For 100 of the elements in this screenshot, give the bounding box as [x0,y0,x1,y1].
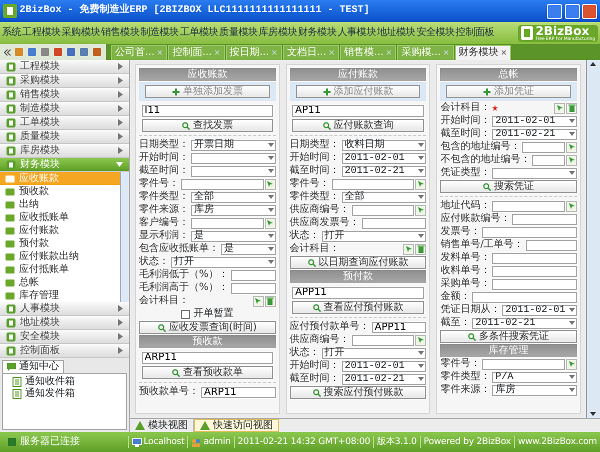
input-field[interactable] [352,204,414,216]
menu-item[interactable]: 财务模块 [298,27,336,39]
search-button[interactable]: 查看应付预付账款 [292,301,424,314]
menu-item[interactable]: 控制面板 [456,27,494,39]
pick-button[interactable] [566,142,578,152]
input-field[interactable] [482,226,578,238]
pick-button[interactable] [415,204,426,216]
pick-button[interactable] [415,334,426,346]
input-field[interactable]: ARP11 [201,386,276,398]
pick-button[interactable] [566,154,578,166]
select-field[interactable]: 打开 [171,256,276,268]
date-field[interactable]: 2011-02-01 [492,116,578,126]
input-field[interactable] [526,240,578,250]
module-item[interactable]: 采购模块 [0,74,129,88]
select-field[interactable]: P/A [492,372,578,382]
submodule-item[interactable]: 库存管理 [0,289,120,302]
tree-item[interactable]: 通知收件箱 [7,376,122,388]
tree-item[interactable]: 通知发件箱 [7,388,122,400]
submodule-item[interactable]: 应付抵账单 [0,263,120,276]
date-field[interactable]: 2011-02-21 [492,128,578,140]
date-field[interactable]: 2011-02-21 [342,166,426,176]
input-field[interactable] [230,270,276,280]
search-button[interactable]: 以日期查询应付账款 [290,256,426,269]
search-button[interactable]: 应收发票查询(时间) [139,321,276,334]
submodule-item[interactable]: 总帐 [0,276,120,289]
select-field[interactable]: 打开 [322,348,426,358]
input-field[interactable]: APP11 [372,322,426,332]
menu-item[interactable]: 工单模块 [180,27,218,39]
search-button[interactable]: 查找发票 [142,119,274,132]
input-field[interactable] [532,154,566,166]
pick-button[interactable] [252,296,264,306]
select-field[interactable]: 收料日期 [342,140,426,150]
input-field[interactable] [492,252,578,264]
pick-button[interactable] [415,178,426,190]
scrollbar[interactable] [120,172,129,302]
submodule-item[interactable]: 预收款 [0,185,120,198]
tab[interactable]: 财务模块 × [454,45,512,60]
date-field[interactable] [191,166,276,176]
search-button[interactable]: 搜索应付预付账款 [290,386,426,399]
menu-item[interactable]: 质量模块 [219,27,258,39]
pick-button[interactable] [403,244,414,254]
pick-button[interactable] [264,178,276,190]
input-field[interactable] [492,266,578,276]
menu-item[interactable]: 人事模块 [337,27,376,39]
input-field[interactable] [230,282,276,294]
pick-button[interactable] [264,218,276,228]
date-field[interactable]: 2011-02-21 [342,374,426,384]
submodule-item[interactable]: 应付账款出纳 [0,250,120,263]
notice-tab[interactable]: 通知中心 [2,360,64,373]
search-button[interactable]: 查看预收款单 [142,366,274,379]
input-field[interactable] [492,200,566,212]
search-button[interactable]: 多条件搜索凭证 [440,330,578,343]
submodule-item[interactable]: 应付账款 [0,224,120,237]
collapse-icon[interactable] [4,48,11,56]
select-field[interactable]: 是 [191,230,276,242]
collapse-arrow-icon[interactable] [116,162,123,167]
tab-close-button[interactable]: × [500,47,508,59]
input-field[interactable]: APP11 [292,286,424,298]
search-button[interactable]: 应付账款查询 [292,119,424,132]
module-item[interactable]: 人事模块 [0,302,129,316]
pick-button[interactable] [566,200,578,212]
input-field[interactable] [332,178,414,190]
menu-item[interactable]: 采购模块 [62,27,100,39]
submodule-item[interactable]: 出纳 [0,198,120,211]
menu-item[interactable]: 制造模块 [140,27,179,39]
date-field[interactable]: 2011-02-21 [472,318,578,328]
select-field[interactable]: 全部 [342,192,426,202]
delete-button[interactable] [415,244,426,254]
pick-button[interactable] [554,102,566,114]
module-item[interactable]: 工程模块 [0,60,129,74]
input-field[interactable] [472,292,578,302]
input-field[interactable] [352,334,414,346]
pick-button[interactable] [566,358,578,370]
input-field[interactable] [512,214,578,224]
select-field[interactable]: 库房 [191,204,276,216]
close-button[interactable] [582,4,597,18]
input-field[interactable] [482,358,566,370]
select-field[interactable] [492,168,578,178]
submodule-item[interactable]: 预付款 [0,237,120,250]
menu-item[interactable]: 工程模块 [22,27,61,39]
minimize-button[interactable] [547,4,562,18]
delete-button[interactable] [264,296,276,306]
module-item[interactable]: 控制面板 [0,344,129,358]
menu-item[interactable]: 销售模块 [101,27,140,39]
search-button[interactable]: 搜索凭证 [440,180,578,193]
input-field[interactable] [181,178,264,190]
select-field[interactable]: 全部 [191,192,276,202]
date-field[interactable]: 2011-02-01 [342,152,426,164]
module-item[interactable]: 制造模块 [0,102,129,116]
submodule-item[interactable]: 应收抵账单 [0,211,120,224]
input-field[interactable]: AP11 [292,104,424,116]
delete-button[interactable] [566,102,578,114]
module-item[interactable]: 工单模块 [0,116,129,130]
module-item[interactable]: 销售模块 [0,88,129,102]
view-tab[interactable]: 快速访问视图 [194,419,279,432]
select-field[interactable]: 开票日期 [191,140,276,150]
maximize-button[interactable] [564,4,580,18]
module-item[interactable]: 安全模块 [0,330,129,344]
menu-item[interactable]: 库房模块 [258,27,298,39]
menu-item[interactable]: 系统 [2,27,22,39]
